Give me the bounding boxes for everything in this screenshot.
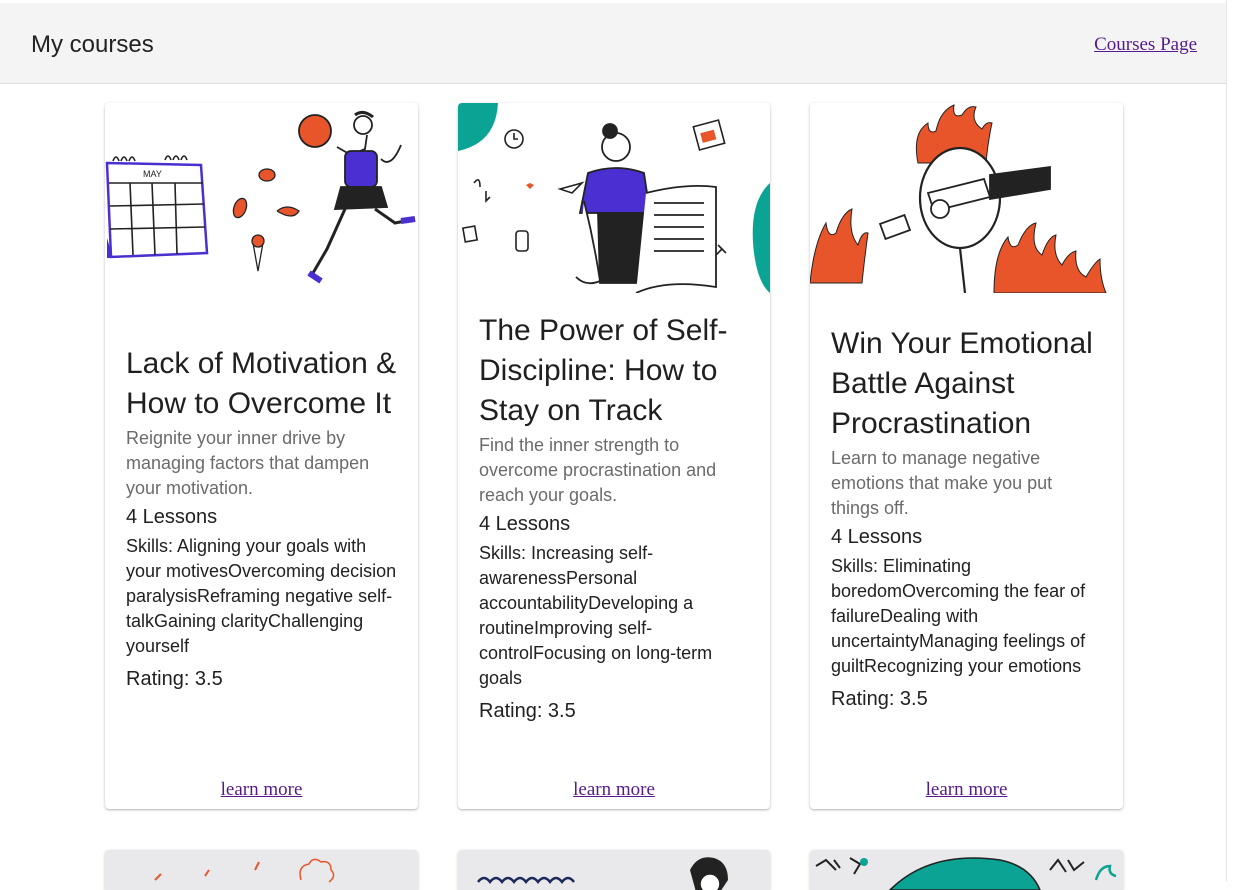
page-title: My courses (31, 31, 154, 58)
course-card: The Power of Self-Discipline: How to Sta… (458, 103, 770, 809)
teal-blob (458, 103, 498, 151)
learn-more-link[interactable]: learn more (458, 779, 770, 801)
courses-page-link[interactable]: Courses Page (1094, 34, 1197, 56)
course-rating: Rating: 3.5 (479, 700, 576, 722)
learn-more-link[interactable]: learn more (810, 779, 1123, 801)
course-illustration (154, 858, 335, 883)
course-description: Find the inner strength to overcome proc… (479, 435, 717, 505)
course-illustration (477, 857, 728, 890)
course-card-partial (810, 850, 1123, 890)
course-description: Learn to manage negative emotions that m… (831, 448, 1053, 518)
course-skills: Skills: Increasing self-awarenessPersona… (479, 543, 713, 688)
thinking-woman-illustration (575, 123, 717, 293)
course-card: MAY Lack of Motivation & How to Overcome… (105, 103, 418, 809)
app-bar: My courses Courses Page (0, 3, 1226, 84)
hoop-illustration (918, 146, 1002, 293)
lesson-count: 4 Lessons (479, 513, 571, 535)
running-woman-illustration (298, 110, 416, 284)
teal-blob (752, 183, 770, 293)
course-title: The Power of Self-Discipline: How to Sta… (479, 314, 728, 427)
course-title: Win Your Emotional Battle Against Procra… (831, 327, 1093, 440)
course-rating: Rating: 3.5 (126, 668, 223, 690)
course-rating: Rating: 3.5 (831, 688, 928, 710)
course-card: Win Your Emotional Battle Against Procra… (810, 103, 1123, 809)
course-illustration (810, 103, 1123, 293)
lesson-count: 4 Lessons (831, 526, 923, 548)
course-card-partial (105, 850, 418, 890)
course-illustration (815, 857, 1117, 890)
course-card-partial (458, 850, 770, 890)
svg-text:MAY: MAY (143, 169, 162, 179)
course-illustration (458, 103, 770, 293)
food-icons (232, 168, 300, 272)
page-scrollbar[interactable] (1226, 0, 1239, 881)
learn-more-link[interactable]: learn more (105, 779, 418, 801)
course-description: Reignite your inner drive by managing fa… (126, 428, 370, 498)
lesson-count: 4 Lessons (126, 506, 218, 528)
course-title: Lack of Motivation & How to Overcome It (126, 347, 397, 420)
course-skills: Skills: Aligning your goals with your mo… (126, 536, 397, 656)
course-illustration: MAY (105, 103, 418, 293)
course-skills: Skills: Eliminating boredomOvercoming th… (831, 556, 1086, 676)
